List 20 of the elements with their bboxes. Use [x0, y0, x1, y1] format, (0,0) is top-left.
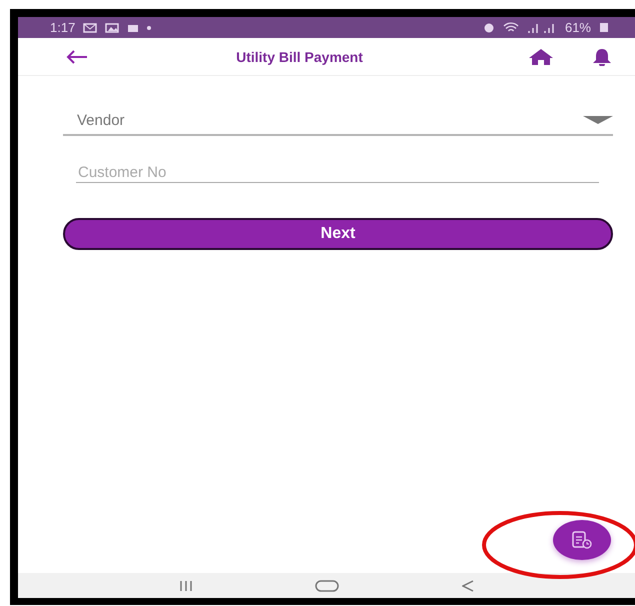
back-button[interactable] — [66, 50, 88, 64]
document-clock-icon — [571, 531, 593, 549]
signal-icon — [526, 22, 557, 32]
notification-button[interactable] — [591, 48, 613, 66]
home-nav-icon[interactable] — [315, 580, 340, 592]
customer-number-field[interactable]: Customer No — [76, 164, 599, 183]
wifi-icon — [502, 22, 519, 33]
mail-icon — [83, 22, 98, 32]
next-button[interactable]: Next — [63, 218, 613, 250]
screen-title: Utility Bill Payment — [235, 48, 364, 64]
dot-icon — [147, 26, 152, 30]
image-icon — [105, 22, 120, 32]
status-time: 1:17 — [50, 20, 76, 35]
vendor-dropdown[interactable]: Vendor — [63, 109, 613, 136]
bill-history-button[interactable] — [553, 520, 611, 560]
home-button[interactable] — [529, 48, 553, 64]
back-nav-icon[interactable] — [462, 580, 474, 592]
recent-apps-icon[interactable] — [179, 580, 194, 590]
dropdown-caret-icon — [583, 116, 613, 124]
battery-level: 61% — [564, 20, 591, 35]
